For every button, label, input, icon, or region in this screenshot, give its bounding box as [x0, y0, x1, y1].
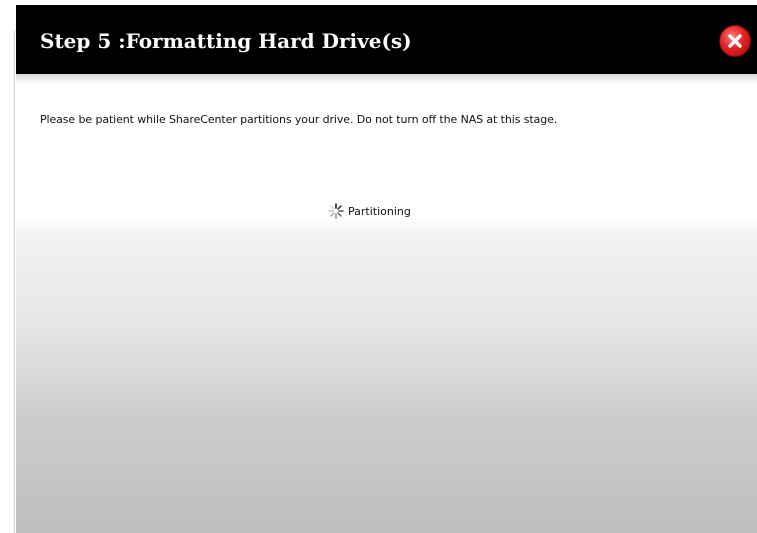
window-border — [14, 30, 15, 533]
formatting-dialog: Step 5 :Formatting Hard Drive(s) Please … — [16, 5, 757, 533]
titlebar-shadow — [16, 74, 757, 84]
status-label: Partitioning — [348, 204, 411, 218]
close-icon — [728, 34, 742, 48]
dialog-title: Step 5 :Formatting Hard Drive(s) — [40, 29, 412, 53]
loading-spinner-icon — [328, 203, 344, 219]
close-button[interactable] — [719, 25, 751, 57]
status-indicator: Partitioning — [328, 202, 411, 220]
dialog-body: Please be patient while ShareCenter part… — [16, 84, 757, 533]
background-window-edge — [0, 0, 16, 533]
dialog-titlebar: Step 5 :Formatting Hard Drive(s) — [16, 5, 757, 74]
instruction-text: Please be patient while ShareCenter part… — [40, 113, 558, 126]
